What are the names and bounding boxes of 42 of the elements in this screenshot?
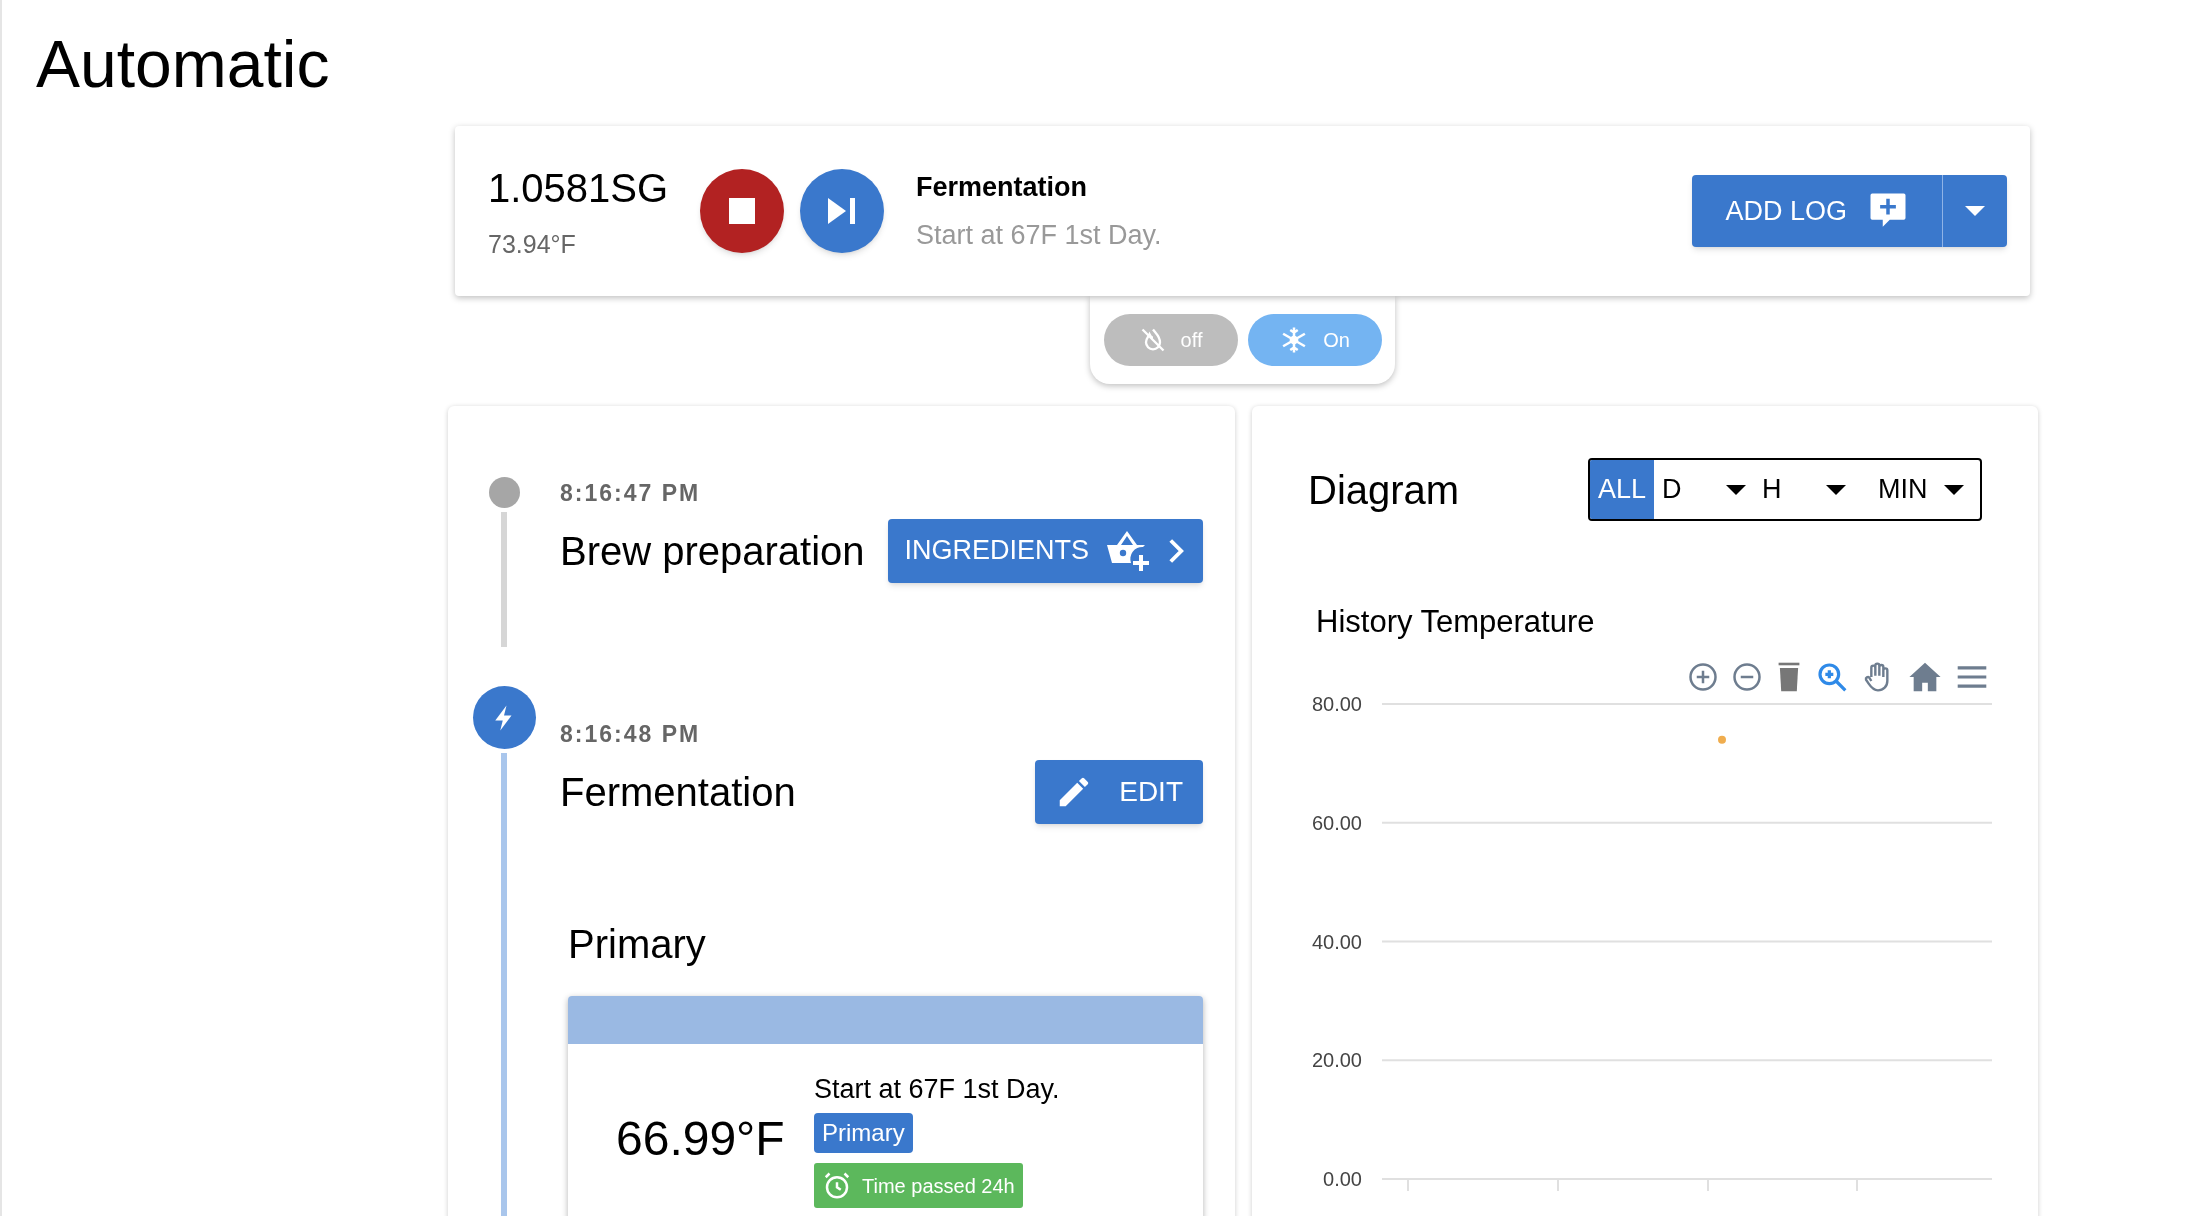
y-axis-label: 40.00 [1311,930,1362,952]
ingredients-button[interactable]: INGREDIENTS [888,518,1203,583]
timer-badge: Time passed 24h [814,1163,1023,1209]
y-axis-label: 60.00 [1311,811,1362,834]
skip-next-button[interactable] [800,169,884,253]
temperature-reading: 73.94°F [488,229,577,261]
page-title: Automatic [36,26,331,103]
range-dropdown[interactable]: MIN [1854,460,1980,519]
y-axis-label: 20.00 [1311,1048,1362,1071]
phase-temperature: 66.99°F [616,1110,786,1167]
gravity-reading: 1.0581SG [488,165,670,213]
zoom-in-icon[interactable] [1688,661,1718,692]
menu-icon[interactable] [1956,663,1988,690]
chart-title: History Temperature [1316,603,1596,641]
phase-title: Primary [568,920,707,968]
phase-step: Start at 67F 1st Day. [814,1068,1060,1110]
y-axis-label: 0.00 [1323,1167,1362,1190]
alarm-clock-icon [822,1170,852,1201]
timeline-title: Brew preparation [560,527,865,575]
diagram-title: Diagram [1308,466,1460,514]
caret-down-icon [1965,206,1985,216]
zoom-out-icon[interactable] [1732,661,1762,692]
stage-name: Fermentation [916,170,1089,204]
add-log-button[interactable]: ADD LOG [1692,175,1943,247]
caret-down-icon [1726,484,1747,495]
stop-button[interactable] [700,169,784,253]
caret-down-icon [1826,484,1847,495]
timeline-time: 8:16:48 PM [560,720,702,749]
y-axis-label: 80.00 [1311,692,1362,715]
trash-icon[interactable] [1776,660,1802,693]
range-dropdown[interactable]: D [1654,460,1755,519]
home-icon[interactable] [1908,660,1942,693]
skip-next-icon [828,198,856,224]
edit-button[interactable]: EDIT [1035,759,1203,824]
phase-badge: Primary [814,1113,913,1154]
range-dropdown[interactable]: H [1754,460,1855,519]
range-button[interactable]: ALL [1590,460,1655,519]
timeline-time: 8:16:47 PM [560,479,702,508]
stage-step: Start at 67F 1st Day. [916,215,1162,256]
stop-icon [729,198,755,224]
caret-down-icon [1944,484,1964,495]
timeline-title: Fermentation [560,768,796,816]
